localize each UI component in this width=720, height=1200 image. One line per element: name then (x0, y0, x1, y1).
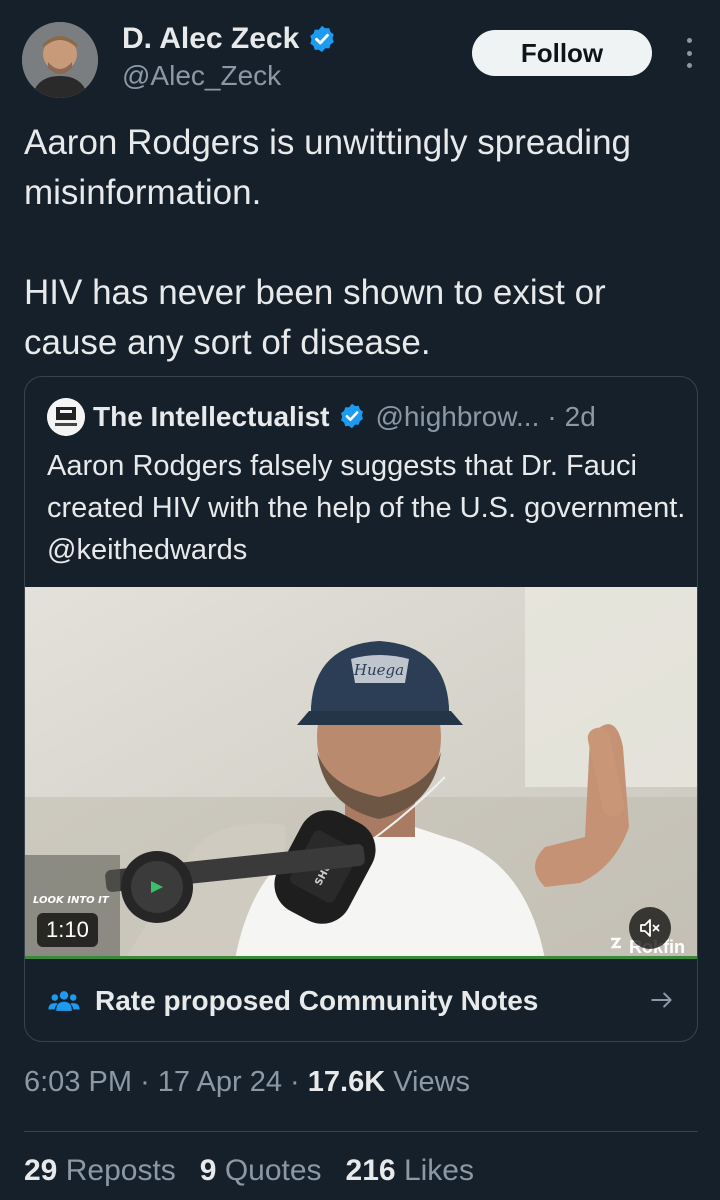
quoted-author-avatar[interactable] (47, 398, 85, 436)
engagement-stats: 29 Reposts 9 Quotes 216 Likes (24, 1154, 474, 1188)
quoted-author-display-name[interactable]: The Intellectualist (93, 401, 330, 433)
quoted-verified-badge-icon (338, 402, 368, 432)
tweet-time[interactable]: 6:03 PM (24, 1066, 132, 1098)
video-duration-badge: 1:10 (37, 913, 98, 947)
quotes-count: 9 (199, 1154, 217, 1187)
mute-icon[interactable] (629, 907, 671, 949)
tweet-paragraph: HIV has never been shown to exist or cau… (24, 273, 606, 362)
display-name-row: D. Alec Zeck (122, 20, 337, 58)
likes-label: Likes (403, 1154, 474, 1187)
author-avatar[interactable] (22, 22, 98, 98)
video-thumbnail: Huega SHURE LOOK INTO IT Rokfin (25, 587, 697, 959)
reposts-count: 29 (24, 1154, 58, 1187)
quoted-author-handle[interactable]: @highbrow... (376, 401, 540, 433)
video-player[interactable]: Huega SHURE LOOK INTO IT Rokfin 1:10 (25, 587, 697, 959)
author-names: D. Alec Zeck @Alec_Zeck (122, 20, 337, 92)
tweet-text: Aaron Rodgers is unwittingly spreading m… (24, 118, 704, 368)
divider (24, 1131, 698, 1132)
follow-button[interactable]: Follow (472, 30, 652, 76)
verified-badge-icon (307, 24, 337, 54)
reposts-stat[interactable]: 29 Reposts (24, 1154, 176, 1188)
arrow-right-icon[interactable] (649, 987, 675, 1013)
meta-separator: · (290, 1066, 300, 1098)
quoted-tweet-text: Aaron Rodgers falsely suggests that Dr. … (47, 450, 686, 566)
author-display-name[interactable]: D. Alec Zeck (122, 22, 299, 56)
quotes-stat[interactable]: 9 Quotes (200, 1154, 322, 1188)
views-label: Views (393, 1066, 471, 1098)
quoted-timestamp[interactable]: 2d (565, 401, 596, 433)
likes-count: 216 (345, 1154, 396, 1187)
quoted-tweet-header: The Intellectualist @highbrow... · 2d (47, 398, 596, 436)
tweet-paragraph: Aaron Rodgers is unwittingly spreading m… (24, 123, 631, 212)
tweet-header: D. Alec Zeck @Alec_Zeck Follow (22, 20, 700, 100)
community-notes-icon (47, 984, 81, 1018)
tweet-date[interactable]: 17 Apr 24 (158, 1066, 282, 1098)
cap-logo-text: Huega (353, 661, 404, 679)
community-notes-row[interactable]: Rate proposed Community Notes (25, 959, 697, 1041)
quotes-label: Quotes (224, 1154, 322, 1187)
video-overlay-text: LOOK INTO IT (33, 895, 110, 906)
community-notes-label: Rate proposed Community Notes (95, 985, 539, 1016)
quoted-separator: · (547, 401, 557, 432)
more-options-icon[interactable] (682, 38, 696, 68)
author-handle[interactable]: @Alec_Zeck (122, 60, 337, 92)
tweet-meta: 6:03 PM · 17 Apr 24 · 17.6K Views (24, 1066, 470, 1099)
reposts-label: Reposts (65, 1154, 176, 1187)
views-count: 17.6K (307, 1066, 386, 1098)
likes-stat[interactable]: 216 Likes (346, 1154, 474, 1188)
quoted-tweet[interactable]: The Intellectualist @highbrow... · 2d Aa… (24, 376, 698, 1042)
meta-separator: · (140, 1066, 150, 1098)
